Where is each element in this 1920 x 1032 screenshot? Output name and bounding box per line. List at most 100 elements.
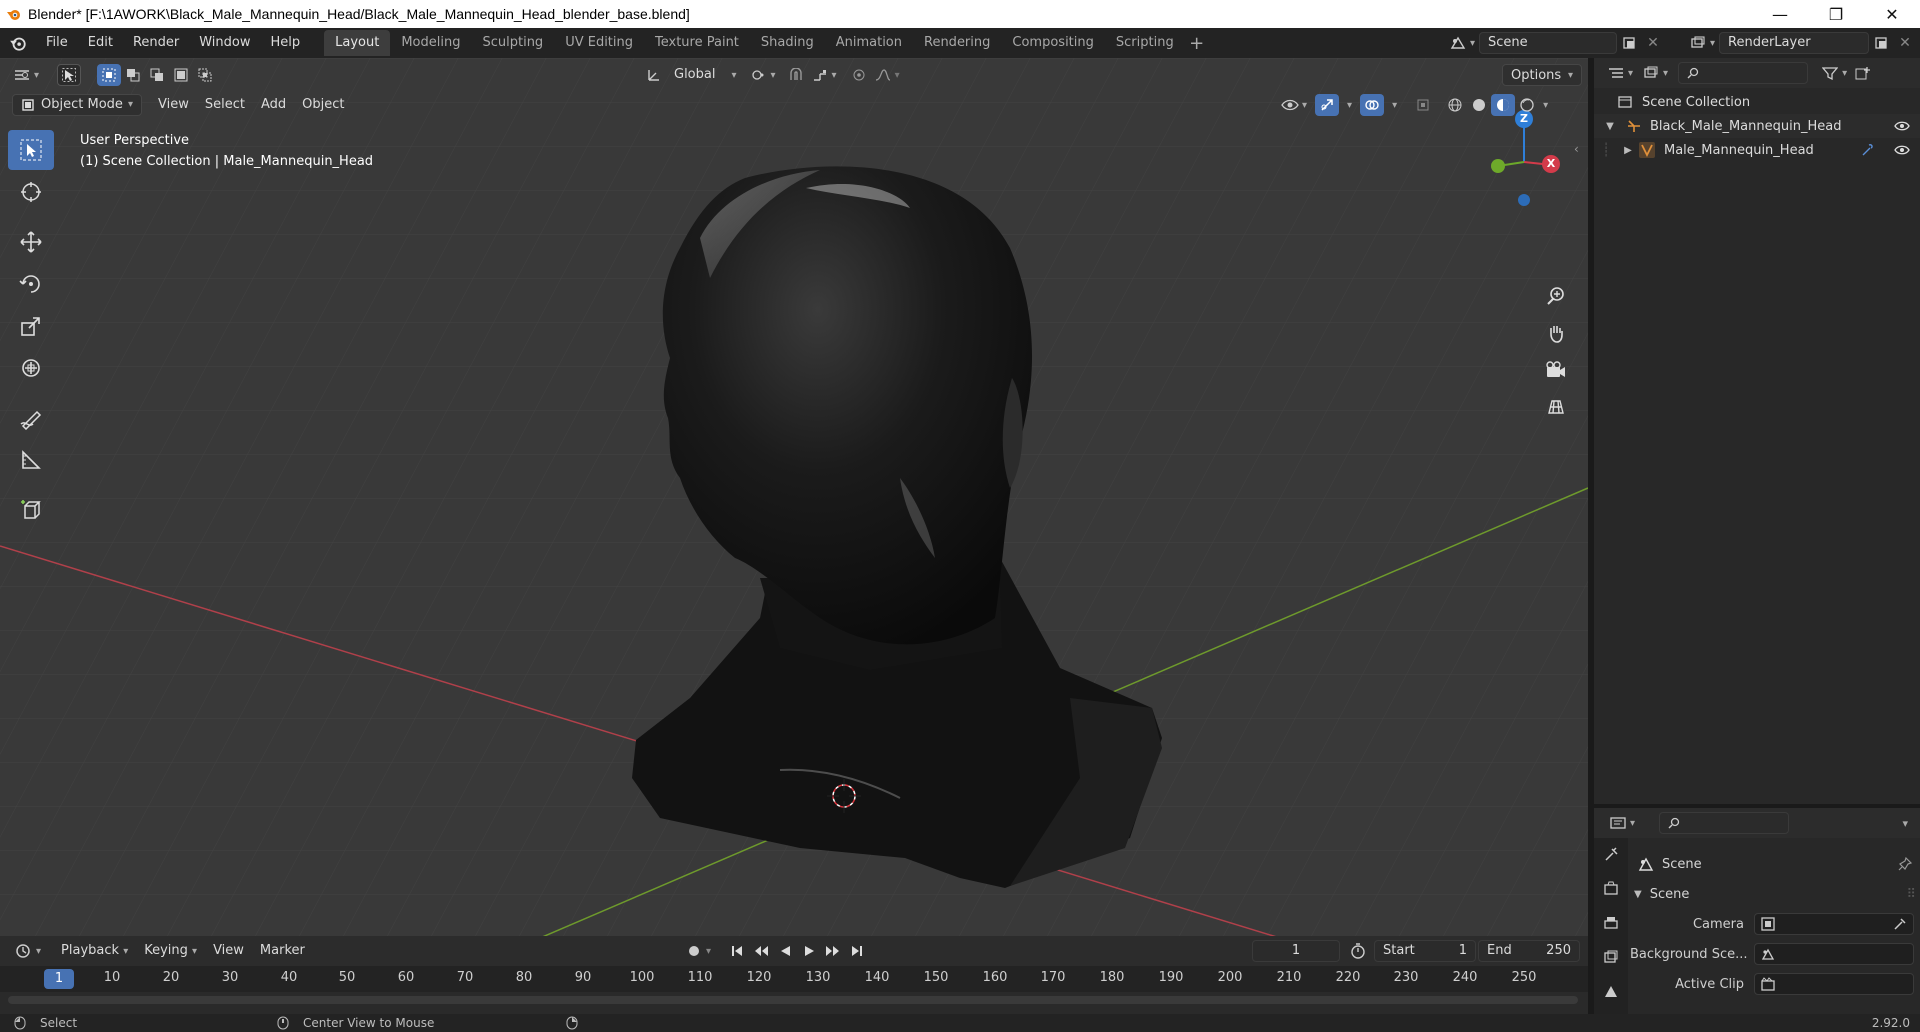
viewport-menu-object[interactable]: Object bbox=[294, 94, 352, 116]
menu-render[interactable]: Render bbox=[123, 31, 189, 55]
show-gizmo-icon[interactable] bbox=[1315, 94, 1340, 116]
tab-scene-icon[interactable] bbox=[1594, 974, 1628, 1008]
tool-select-box[interactable] bbox=[8, 130, 54, 170]
tab-uv-editing[interactable]: UV Editing bbox=[554, 30, 644, 56]
tab-modeling[interactable]: Modeling bbox=[390, 30, 471, 56]
menu-file[interactable]: File bbox=[36, 31, 78, 55]
minimize-button[interactable]: — bbox=[1752, 0, 1808, 28]
preview-range-stopwatch-icon[interactable] bbox=[1346, 940, 1370, 962]
3d-viewport[interactable]: Z X ▾ Global ▾ ▾ ▾ ▾ Options ▾ Object Mo… bbox=[0, 58, 1588, 936]
new-collection-icon[interactable] bbox=[1851, 62, 1875, 84]
active-clip-selector[interactable] bbox=[1754, 973, 1914, 995]
shading-wireframe-icon[interactable] bbox=[1443, 94, 1467, 116]
viewport-menu-add[interactable]: Add bbox=[253, 94, 294, 116]
jump-to-keyframe-next-icon[interactable] bbox=[821, 940, 845, 962]
new-scene-icon[interactable] bbox=[1617, 32, 1641, 54]
proportional-falloff-icon[interactable] bbox=[871, 64, 895, 86]
tab-output-icon[interactable] bbox=[1594, 906, 1628, 940]
scene-selector-icon[interactable] bbox=[1446, 32, 1470, 54]
camera-selector[interactable] bbox=[1754, 913, 1914, 935]
outliner-search-input[interactable] bbox=[1678, 62, 1809, 84]
menu-edit[interactable]: Edit bbox=[78, 31, 123, 55]
editor-type-icon[interactable] bbox=[10, 64, 34, 86]
tool-move[interactable] bbox=[8, 222, 54, 262]
properties-search-input[interactable] bbox=[1659, 812, 1790, 834]
sidebar-toggle-icon[interactable]: ‹ bbox=[1574, 142, 1579, 156]
shading-solid-icon[interactable] bbox=[1467, 94, 1491, 116]
expand-arrow-icon[interactable]: ▼ bbox=[1594, 121, 1626, 132]
options-dropdown[interactable]: Options ▾ bbox=[1502, 64, 1582, 86]
select-mode-extend-icon[interactable] bbox=[121, 64, 145, 86]
tab-render-icon[interactable] bbox=[1594, 872, 1628, 906]
tab-view-layer-icon[interactable] bbox=[1594, 940, 1628, 974]
scene-field[interactable]: Scene bbox=[1479, 32, 1618, 54]
timeline-scrollbar[interactable] bbox=[8, 996, 1578, 1004]
snap-element-icon[interactable] bbox=[808, 64, 832, 86]
tab-compositing[interactable]: Compositing bbox=[1001, 30, 1105, 56]
tool-add-cube[interactable] bbox=[8, 490, 54, 530]
viewport-menu-view[interactable]: View bbox=[150, 94, 197, 116]
maximize-button[interactable]: ❐ bbox=[1808, 0, 1864, 28]
current-frame-field[interactable]: 1 bbox=[1252, 940, 1340, 962]
auto-keying-record-icon[interactable] bbox=[682, 940, 706, 962]
tool-transform[interactable] bbox=[8, 348, 54, 388]
remove-scene-icon[interactable]: ✕ bbox=[1641, 32, 1665, 54]
shading-material-preview-icon[interactable] bbox=[1491, 94, 1516, 116]
tab-layout[interactable]: Layout bbox=[324, 30, 391, 56]
outliner-row-mesh-object[interactable]: ┊ ▶ Male_Mannequin_Head bbox=[1594, 138, 1920, 162]
select-tool-icon[interactable] bbox=[57, 64, 82, 86]
tool-cursor[interactable] bbox=[8, 172, 54, 212]
pivot-point-icon[interactable] bbox=[747, 64, 771, 86]
zoom-view-icon[interactable] bbox=[1540, 280, 1572, 312]
renderlayer-field[interactable]: RenderLayer bbox=[1719, 32, 1870, 54]
panel-drag-handle-icon[interactable]: ⠿ bbox=[1906, 887, 1916, 902]
select-mode-invert-icon[interactable] bbox=[169, 64, 193, 86]
blender-menu-icon[interactable] bbox=[0, 34, 36, 52]
remove-renderlayer-icon[interactable]: ✕ bbox=[1893, 32, 1917, 54]
tab-shading[interactable]: Shading bbox=[750, 30, 825, 56]
tab-sculpting[interactable]: Sculpting bbox=[471, 30, 554, 56]
outliner-row-scene-collection[interactable]: Scene Collection bbox=[1594, 90, 1920, 114]
new-renderlayer-icon[interactable] bbox=[1869, 32, 1893, 54]
renderlayer-icon[interactable] bbox=[1686, 32, 1710, 54]
playhead-frame-indicator[interactable]: 1 bbox=[44, 969, 74, 989]
transform-orientation-icon[interactable] bbox=[642, 64, 666, 86]
modifier-wrench-icon[interactable] bbox=[1860, 143, 1874, 157]
properties-options-chevron-icon[interactable]: ▾ bbox=[1902, 817, 1908, 830]
menu-window[interactable]: Window bbox=[189, 31, 260, 55]
add-workspace-icon[interactable]: + bbox=[1185, 32, 1209, 54]
select-mode-intersect-icon[interactable] bbox=[193, 64, 217, 86]
panel-collapse-arrow-icon[interactable]: ▼ bbox=[1634, 889, 1642, 900]
play-icon[interactable] bbox=[797, 940, 821, 962]
tab-rendering[interactable]: Rendering bbox=[913, 30, 1001, 56]
pin-icon[interactable] bbox=[1898, 857, 1912, 871]
proportional-edit-icon[interactable] bbox=[847, 64, 871, 86]
jump-to-end-icon[interactable] bbox=[845, 940, 869, 962]
tab-scripting[interactable]: Scripting bbox=[1105, 30, 1185, 56]
camera-view-icon[interactable] bbox=[1540, 354, 1572, 386]
expand-arrow-icon[interactable]: ▶ bbox=[1618, 145, 1638, 156]
timeline-editor-type-icon[interactable] bbox=[12, 940, 36, 962]
panel-scene-header[interactable]: ▼ Scene ⠿ bbox=[1634, 882, 1920, 906]
timeline-menu-view[interactable]: View bbox=[205, 940, 252, 962]
gizmo-x-axis[interactable]: X bbox=[1542, 155, 1560, 173]
timeline-menu-marker[interactable]: Marker bbox=[252, 940, 313, 962]
tool-measure[interactable] bbox=[8, 440, 54, 480]
timeline-frame-ruler[interactable]: 1 10 20 30 40 50 60 70 80 90 100 110 120… bbox=[0, 966, 1588, 992]
select-mode-new-icon[interactable] bbox=[97, 64, 122, 86]
tool-rotate[interactable] bbox=[8, 264, 54, 304]
object-mode-dropdown[interactable]: Object Mode ▾ bbox=[12, 94, 142, 116]
menu-help[interactable]: Help bbox=[261, 31, 311, 55]
timeline-menu-playback[interactable]: Playback ▾ bbox=[53, 940, 136, 962]
outliner-row-collection[interactable]: ▼ Black_Male_Mannequin_Head bbox=[1594, 114, 1920, 138]
properties-editor-type-icon[interactable] bbox=[1606, 812, 1630, 834]
display-mode-icon[interactable] bbox=[1639, 62, 1663, 84]
transform-orientation-dropdown[interactable]: Global bbox=[666, 64, 723, 86]
start-frame-field[interactable]: Start 1 bbox=[1374, 940, 1476, 962]
xray-toggle-icon[interactable] bbox=[1411, 94, 1435, 116]
tab-tool-icon[interactable] bbox=[1594, 838, 1628, 872]
eyedropper-icon[interactable] bbox=[1893, 917, 1907, 931]
show-overlays-icon[interactable] bbox=[1360, 94, 1385, 116]
pan-view-hand-icon[interactable] bbox=[1540, 317, 1572, 349]
play-reverse-icon[interactable] bbox=[773, 940, 797, 962]
